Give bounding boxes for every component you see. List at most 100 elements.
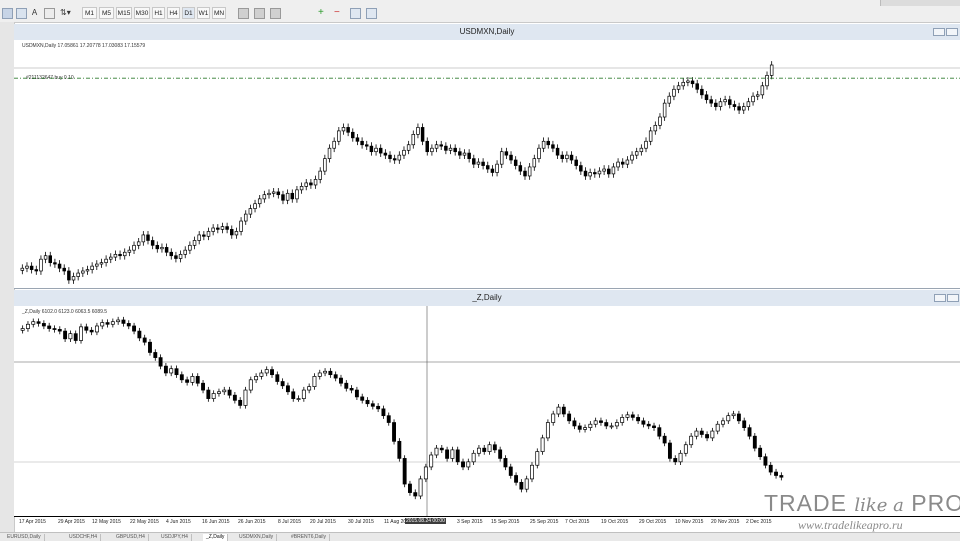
maximize-button[interactable] bbox=[947, 294, 959, 302]
top-chart-area[interactable]: USDMXN,Daily 17.05861 17.20778 17.03083 … bbox=[14, 40, 960, 289]
bottom-chart-area[interactable]: _Z,Daily 6102.0 6123.0 6063.5 6089.5 bbox=[14, 306, 960, 516]
bull-candle bbox=[116, 319, 121, 323]
timeframe-m1-button[interactable]: M1 bbox=[82, 7, 97, 19]
bear-candle bbox=[67, 270, 71, 281]
bear-candle bbox=[155, 244, 160, 250]
bottom-window-titlebar[interactable]: _Z,Daily bbox=[14, 290, 960, 307]
bull-candle bbox=[337, 130, 341, 142]
bear-candle bbox=[360, 140, 364, 146]
minimize-button[interactable] bbox=[933, 28, 945, 36]
crosshair-date-label: 2015.08.24 00:00 bbox=[405, 518, 446, 524]
bear-candle bbox=[758, 447, 763, 458]
bear-candle bbox=[126, 323, 131, 327]
bull-candle bbox=[262, 194, 267, 200]
bull-candle bbox=[471, 452, 476, 463]
bull-candle bbox=[99, 262, 104, 265]
bull-candle bbox=[323, 158, 327, 172]
bull-candle bbox=[243, 389, 248, 406]
bear-candle bbox=[604, 422, 609, 427]
bear-candle bbox=[158, 357, 163, 367]
bull-candle bbox=[662, 102, 667, 118]
bear-candle bbox=[519, 481, 524, 490]
chart-bar-icon[interactable] bbox=[238, 8, 249, 19]
bull-candle bbox=[416, 127, 420, 135]
date-tick: 20 Nov 2015 bbox=[711, 519, 740, 525]
timeframe-m5-button[interactable]: M5 bbox=[99, 7, 114, 19]
bear-candle bbox=[360, 396, 365, 401]
bull-candle bbox=[462, 152, 467, 156]
bear-candle bbox=[137, 330, 142, 339]
label-tool-icon[interactable] bbox=[44, 8, 55, 19]
bull-candle bbox=[271, 191, 276, 194]
timeframe-d1-button[interactable]: D1 bbox=[182, 7, 195, 19]
usdmxn-candlestick-chart[interactable] bbox=[14, 40, 960, 288]
autoscroll-icon[interactable] bbox=[366, 8, 377, 19]
toolbar-search-area[interactable] bbox=[880, 0, 960, 6]
timeframe-w1-button[interactable]: W1 bbox=[197, 7, 210, 19]
tile-windows-icon[interactable] bbox=[350, 8, 361, 19]
timeframe-m15-button[interactable]: M15 bbox=[116, 7, 132, 19]
bull-candle bbox=[450, 449, 455, 459]
bull-candle bbox=[90, 265, 94, 270]
bear-candle bbox=[349, 387, 354, 391]
bear-candle bbox=[561, 406, 566, 415]
bear-candle bbox=[47, 325, 52, 329]
maximize-button[interactable] bbox=[946, 28, 958, 36]
top-window-titlebar[interactable]: USDMXN,Daily bbox=[14, 24, 960, 41]
timeframe-mn-button[interactable]: MN bbox=[212, 7, 226, 19]
bear-candle bbox=[153, 352, 158, 358]
minimize-button[interactable] bbox=[934, 294, 946, 302]
timeframe-h1-button[interactable]: H1 bbox=[152, 7, 165, 19]
bull-candle bbox=[197, 234, 201, 241]
bull-candle bbox=[686, 80, 690, 83]
arrows-icon[interactable]: ⇅▾ bbox=[60, 8, 76, 17]
bear-candle bbox=[555, 147, 560, 156]
timeframe-h4-button[interactable]: H4 bbox=[167, 7, 180, 19]
bear-candle bbox=[84, 326, 89, 331]
chart-line-icon[interactable] bbox=[270, 8, 281, 19]
bull-candle bbox=[710, 430, 715, 439]
bear-candle bbox=[369, 145, 374, 153]
bear-candle bbox=[225, 226, 229, 230]
bull-candle bbox=[423, 466, 428, 480]
bull-candle bbox=[190, 376, 195, 383]
plus-icon[interactable]: + bbox=[318, 8, 327, 18]
bear-candle bbox=[57, 329, 62, 332]
timeframe-m30-button[interactable]: M30 bbox=[134, 7, 150, 19]
date-tick: 26 Jun 2015 bbox=[238, 519, 266, 525]
bull-candle bbox=[299, 186, 304, 191]
bull-candle bbox=[20, 328, 25, 331]
bull-candle bbox=[726, 415, 731, 422]
minus-icon[interactable]: − bbox=[334, 8, 343, 18]
bull-candle bbox=[742, 106, 746, 111]
crosshair-icon[interactable] bbox=[2, 8, 13, 19]
brand-pro: PRO bbox=[911, 490, 960, 516]
bull-candle bbox=[254, 376, 259, 381]
bear-candle bbox=[163, 365, 168, 374]
bear-candle bbox=[579, 165, 583, 172]
bull-candle bbox=[611, 166, 616, 175]
bear-candle bbox=[467, 152, 471, 159]
bear-candle bbox=[285, 385, 290, 393]
line-tool-icon[interactable] bbox=[16, 8, 27, 19]
chart-candle-icon[interactable] bbox=[254, 8, 265, 19]
bear-candle bbox=[195, 376, 200, 384]
bull-candle bbox=[264, 369, 269, 374]
bear-candle bbox=[121, 319, 126, 324]
bull-candle bbox=[639, 147, 644, 153]
bull-candle bbox=[304, 182, 308, 187]
bull-candle bbox=[183, 249, 187, 255]
bear-candle bbox=[148, 341, 152, 353]
bear-candle bbox=[29, 265, 34, 270]
bear-candle bbox=[667, 442, 672, 459]
z-candlestick-chart[interactable] bbox=[14, 306, 960, 516]
bear-candle bbox=[230, 229, 234, 236]
bear-candle bbox=[169, 251, 174, 257]
bear-candle bbox=[344, 382, 349, 389]
navigator-sidebar[interactable] bbox=[0, 22, 15, 532]
bear-candle bbox=[593, 172, 597, 175]
bear-candle bbox=[290, 192, 295, 200]
text-tool-icon[interactable]: A bbox=[30, 8, 39, 17]
bear-candle bbox=[388, 154, 392, 159]
bear-candle bbox=[89, 329, 94, 333]
